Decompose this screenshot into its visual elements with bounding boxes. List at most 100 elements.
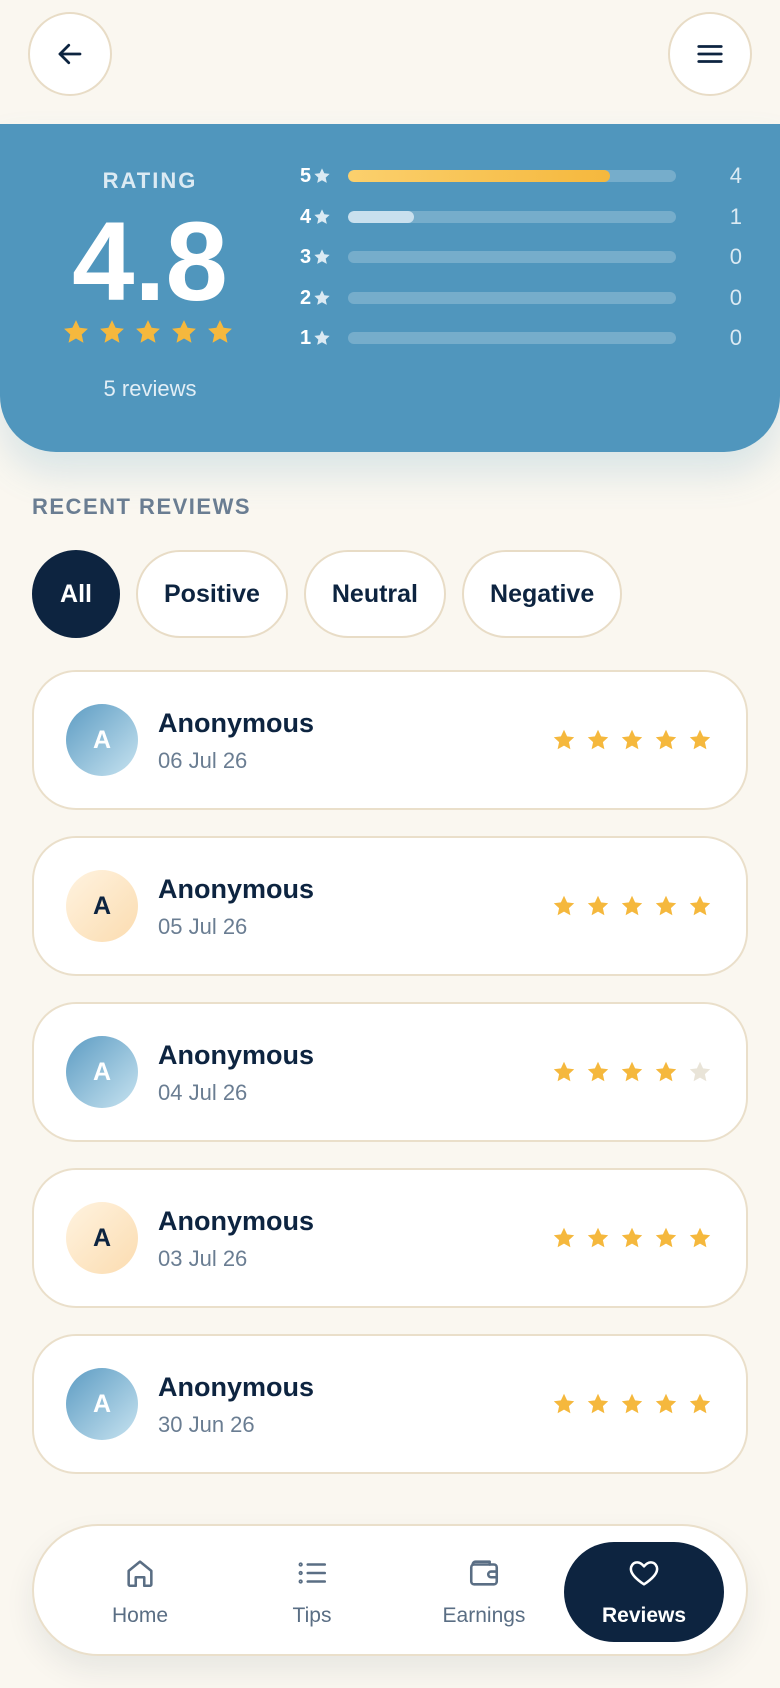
- star-icon: [587, 1393, 609, 1414]
- heart-icon: [627, 1556, 661, 1596]
- review-card[interactable]: A Anonymous 30 Jun 26: [32, 1334, 748, 1474]
- distribution-label: 3: [300, 243, 331, 271]
- distribution-bar-track: [348, 251, 676, 263]
- review-filters: All Positive Neutral Negative: [32, 550, 623, 638]
- review-card[interactable]: A Anonymous 04 Jul 26: [32, 1002, 748, 1142]
- star-icon: [553, 1227, 575, 1248]
- recent-reviews-title: RECENT REVIEWS: [32, 494, 252, 519]
- distribution-count: 4: [729, 163, 742, 188]
- bottom-nav: Home Tips Earnings Reviews: [32, 1524, 748, 1656]
- distribution-count: 0: [729, 284, 742, 310]
- avatar: A: [66, 870, 138, 942]
- distribution-label: 2: [300, 284, 331, 312]
- wallet-icon: [467, 1556, 501, 1596]
- review-stars: [552, 1060, 712, 1084]
- review-stars: [552, 1392, 712, 1416]
- star-icon: [553, 729, 575, 750]
- review-date: 30 Jun 26: [158, 1412, 255, 1437]
- star-icon: [100, 320, 124, 343]
- star-icon: [553, 1061, 575, 1082]
- home-icon: [123, 1556, 157, 1596]
- star-icon: [314, 330, 330, 345]
- star-icon: [621, 1227, 643, 1248]
- avatar: A: [66, 1368, 138, 1440]
- distribution-bar-fill: [348, 210, 414, 223]
- review-date: 04 Jul 26: [158, 1080, 248, 1105]
- list-icon: [295, 1556, 329, 1596]
- distribution-count: 0: [729, 325, 742, 350]
- distribution-count: 0: [729, 244, 742, 269]
- review-stars: [552, 728, 712, 752]
- star-icon: [587, 895, 609, 916]
- review-stars: [552, 1226, 712, 1250]
- review-date: 03 Jul 26: [158, 1246, 248, 1271]
- review-card[interactable]: A Anonymous 06 Jul 26: [32, 670, 748, 810]
- star-icon: [314, 289, 330, 305]
- reviewer-name: Anonymous: [158, 874, 315, 904]
- star-icon: [655, 729, 677, 750]
- star-icon: [172, 320, 196, 343]
- avatar: A: [66, 1036, 138, 1108]
- star-icon: [553, 895, 575, 916]
- reviewer-name: Anonymous: [158, 1206, 315, 1236]
- rating-label: RATING: [102, 168, 198, 193]
- nav-label: Reviews: [601, 1604, 687, 1627]
- distribution-row-3: 30: [300, 243, 742, 271]
- top-bar: [0, 0, 780, 124]
- menu-button[interactable]: [668, 12, 752, 96]
- distribution-label: 5: [300, 162, 331, 190]
- star-icon: [587, 1227, 609, 1248]
- rating-stars: [62, 318, 234, 346]
- arrow-left-icon: [58, 43, 82, 65]
- distribution-row-4: 41: [300, 203, 742, 231]
- reviewer-name: Anonymous: [158, 1372, 315, 1402]
- star-icon: [689, 1393, 711, 1414]
- filter-negative[interactable]: Negative: [462, 550, 623, 638]
- reviewer-name: Anonymous: [158, 708, 315, 738]
- reviewer-name: Anonymous: [158, 1040, 315, 1070]
- distribution-bar-fill: [348, 170, 611, 182]
- star-icon: [208, 320, 232, 343]
- nav-label: Earnings: [442, 1604, 526, 1627]
- review-stars: [552, 894, 712, 918]
- star-icon: [314, 208, 330, 224]
- distribution-row-5: 54: [300, 162, 742, 190]
- nav-earnings[interactable]: Earnings: [404, 1542, 564, 1642]
- star-icon: [553, 1393, 575, 1414]
- review-card[interactable]: A Anonymous 03 Jul 26: [32, 1168, 748, 1308]
- avatar: A: [66, 1202, 138, 1274]
- star-icon: [689, 1061, 711, 1082]
- nav-home[interactable]: Home: [60, 1542, 220, 1642]
- star-icon: [587, 1061, 609, 1082]
- filter-all[interactable]: All: [32, 550, 120, 638]
- nav-label: Home: [111, 1604, 169, 1627]
- filter-positive[interactable]: Positive: [136, 550, 288, 638]
- star-icon: [136, 320, 160, 343]
- star-icon: [655, 1227, 677, 1248]
- rating-summary: RATING 4.8 5 reviews 5441302010: [0, 124, 780, 452]
- nav-label: Tips: [292, 1604, 332, 1627]
- star-icon: [314, 168, 330, 183]
- star-icon: [655, 895, 677, 916]
- star-icon: [689, 895, 711, 916]
- filter-neutral[interactable]: Neutral: [303, 550, 447, 638]
- star-icon: [314, 249, 330, 264]
- star-icon: [689, 729, 711, 750]
- nav-tips[interactable]: Tips: [232, 1542, 392, 1642]
- distribution-row-2: 20: [300, 284, 742, 312]
- rating-value: 4.8: [72, 199, 228, 324]
- back-button[interactable]: [28, 12, 112, 96]
- star-icon: [621, 1393, 643, 1414]
- distribution-label: 1: [300, 324, 331, 352]
- star-icon: [621, 729, 643, 750]
- star-icon: [689, 1227, 711, 1248]
- review-date: 06 Jul 26: [158, 748, 248, 773]
- distribution-bar-track: [348, 291, 676, 304]
- distribution-label: 4: [300, 203, 331, 231]
- distribution-row-1: 10: [300, 324, 742, 352]
- star-icon: [621, 895, 643, 916]
- review-card[interactable]: A Anonymous 05 Jul 26: [32, 836, 748, 976]
- distribution-bar-track: [348, 170, 676, 182]
- nav-reviews[interactable]: Reviews: [564, 1542, 724, 1642]
- distribution-bar-track: [348, 332, 676, 344]
